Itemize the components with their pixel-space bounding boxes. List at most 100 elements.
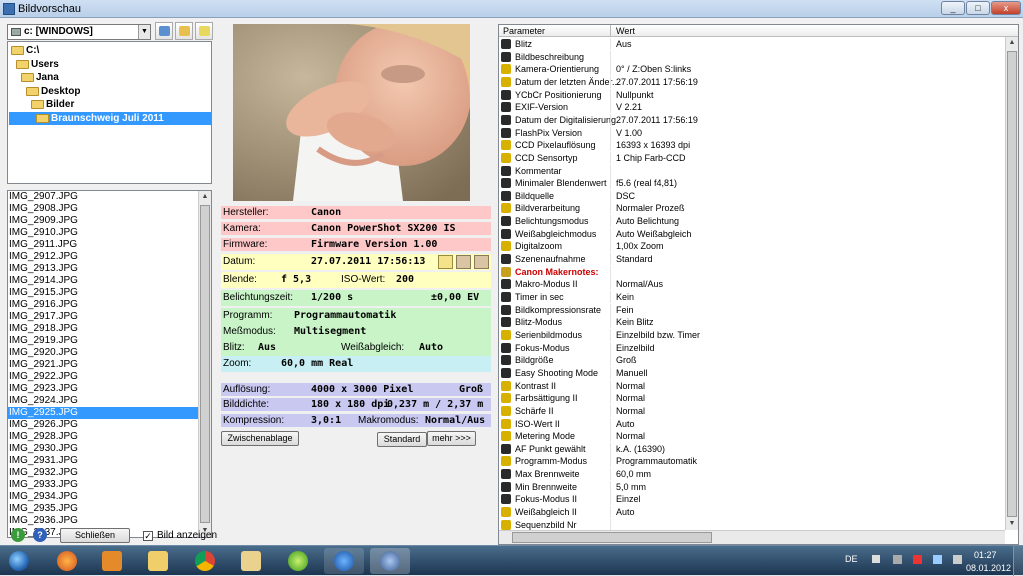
exif-table-row[interactable]: Datum der letzten Änder... 27.07.2011 17:… xyxy=(499,75,1004,89)
header-parameter[interactable]: Parameter xyxy=(503,25,545,37)
exif-table-row[interactable]: ISO-Wert II Auto xyxy=(499,417,1004,431)
folder-tree[interactable]: C:\ Users Jana Desktop Bilder Braunschweig Ju… xyxy=(7,41,212,184)
file-list-item[interactable]: IMG_2910.JPG xyxy=(8,227,211,239)
exif-table-row[interactable]: Bildverarbeitung Normaler Prozeß xyxy=(499,202,1004,215)
taskbar-bildvorschau[interactable] xyxy=(370,548,410,574)
clock-time[interactable]: 01:27 xyxy=(974,550,997,560)
exif-table-row[interactable]: Kommentar xyxy=(499,164,1004,178)
action-center-icon[interactable] xyxy=(913,555,922,564)
exif-table-row[interactable]: Farbsättigung II Normal xyxy=(499,392,1004,405)
tree-node[interactable]: Braunschweig Juli 2011 xyxy=(9,111,211,125)
taskbar-explorer[interactable] xyxy=(138,548,178,574)
exif-table[interactable]: Parameter Wert Blitz Aus Bildbeschreibung K… xyxy=(498,24,1019,545)
file-list-item[interactable]: IMG_2907.JPG xyxy=(8,191,211,203)
taskbar-chrome[interactable] xyxy=(185,548,225,574)
close-window-button[interactable]: x xyxy=(991,1,1021,15)
tray-app-icon[interactable] xyxy=(893,555,902,564)
file-list-item[interactable]: IMG_2932.JPG xyxy=(8,467,211,479)
exif-table-row[interactable]: Timer in sec Kein xyxy=(499,291,1004,304)
exif-table-row[interactable]: CCD Pixelauflösung 16393 x 16393 dpi xyxy=(499,139,1004,152)
file-list-item[interactable]: IMG_2931.JPG xyxy=(8,455,211,467)
exif-table-row[interactable]: Metering Mode Normal xyxy=(499,430,1004,443)
exif-table-row[interactable]: EXIF-Version V 2.21 xyxy=(499,101,1004,114)
close-button[interactable]: Schließen xyxy=(60,528,130,543)
exif-table-row[interactable]: Schärfe II Normal xyxy=(499,404,1004,418)
header-wert[interactable]: Wert xyxy=(616,25,635,37)
taskbar-firefox[interactable] xyxy=(47,548,87,574)
exif-table-row[interactable]: Blitz-Modus Kein Blitz xyxy=(499,316,1004,329)
file-list-item[interactable]: IMG_2912.JPG xyxy=(8,251,211,263)
exif-table-row[interactable]: Fokus-Modus Einzelbild xyxy=(499,341,1004,355)
file-list-item[interactable]: IMG_2911.JPG xyxy=(8,239,211,251)
file-list-item[interactable]: IMG_2914.JPG xyxy=(8,275,211,287)
exif-table-row[interactable]: Bildgröße Groß xyxy=(499,354,1004,367)
volume-icon[interactable] xyxy=(953,555,962,564)
language-indicator[interactable]: DE xyxy=(845,554,858,564)
file-list-item[interactable]: IMG_2933.JPG xyxy=(8,479,211,491)
network-drive-button[interactable] xyxy=(155,22,173,40)
exif-table-row[interactable]: Weißabgleichmodus Auto Weißabgleich xyxy=(499,227,1004,241)
exif-table-row[interactable]: Bildquelle DSC xyxy=(499,189,1004,203)
file-list-item[interactable]: IMG_2919.JPG xyxy=(8,335,211,347)
exif-hscrollbar[interactable] xyxy=(499,530,1005,544)
file-list-item[interactable]: IMG_2930.JPG xyxy=(8,443,211,455)
exif-table-row[interactable]: Fokus-Modus II Einzel xyxy=(499,493,1004,506)
exif-table-row[interactable]: YCbCr Positionierung Nullpunkt xyxy=(499,88,1004,102)
file-list[interactable]: IMG_2907.JPG IMG_2908.JPG IMG_2909.JPG IMG_… xyxy=(7,190,212,538)
exif-table-row[interactable]: Serienbildmodus Einzelbild bzw. Timer xyxy=(499,328,1004,342)
scroll-thumb[interactable] xyxy=(200,205,210,523)
file-list-item[interactable]: IMG_2920.JPG xyxy=(8,347,211,359)
file-list-item[interactable]: IMG_2913.JPG xyxy=(8,263,211,275)
help-icon[interactable]: ? xyxy=(33,528,47,542)
exif-table-row[interactable]: AF Punkt gewählt k.A. (16390) xyxy=(499,442,1004,456)
tree-node[interactable]: Bilder xyxy=(29,98,74,111)
exif-table-scrollbar[interactable]: ▲ ▼ xyxy=(1005,37,1018,530)
taskbar-itunes[interactable] xyxy=(324,548,364,574)
file-list-item[interactable]: IMG_2935.JPG xyxy=(8,503,211,515)
exif-table-row[interactable]: Makro-Modus II Normal/Aus xyxy=(499,278,1004,291)
file-list-scrollbar[interactable]: ▲ ▼ xyxy=(198,191,211,537)
file-list-item[interactable]: IMG_2917.JPG xyxy=(8,311,211,323)
refresh-button[interactable] xyxy=(175,22,193,40)
exif-scroll-up-icon[interactable]: ▲ xyxy=(1006,37,1018,49)
taskbar-icq[interactable] xyxy=(278,548,318,574)
tree-node[interactable]: Desktop xyxy=(24,85,80,98)
taskbar-mediaplayer[interactable] xyxy=(92,548,132,574)
minimize-button[interactable]: _ xyxy=(941,1,965,15)
exif-scroll-thumb[interactable] xyxy=(1007,51,1017,517)
tree-node[interactable]: Jana xyxy=(19,71,59,84)
show-image-label[interactable]: Bild anzeigen xyxy=(157,530,217,541)
exif-table-row[interactable]: Datum der Digitalisierung 27.07.2011 17:5… xyxy=(499,113,1004,127)
exif-table-row[interactable]: Szenenaufnahme Standard xyxy=(499,253,1004,266)
exif-table-row[interactable]: Digitalzoom 1,00x Zoom xyxy=(499,240,1004,253)
scroll-up-icon[interactable]: ▲ xyxy=(199,191,211,203)
exif-table-row[interactable]: Weißabgleich II Auto xyxy=(499,506,1004,519)
network-tray-icon[interactable] xyxy=(933,555,942,564)
exif-table-row[interactable]: Min Brennweite 5,0 mm xyxy=(499,480,1004,494)
file-list-item[interactable]: IMG_2928.JPG xyxy=(8,431,211,443)
file-list-item[interactable]: IMG_2908.JPG xyxy=(8,203,211,215)
chevron-down-icon[interactable]: ▼ xyxy=(138,25,150,39)
exif-scroll-down-icon[interactable]: ▼ xyxy=(1006,518,1018,530)
exif-table-row[interactable]: Minimaler Blendenwert f5.6 (real f4,81) xyxy=(499,177,1004,190)
file-list-item[interactable]: IMG_2934.JPG xyxy=(8,491,211,503)
more-button[interactable]: mehr >>> xyxy=(427,431,476,446)
file-list-item[interactable]: IMG_2922.JPG xyxy=(8,371,211,383)
edit-button[interactable] xyxy=(195,22,213,40)
start-button[interactable] xyxy=(4,548,38,574)
tray-arrow-icon[interactable] xyxy=(872,555,880,563)
exif-table-row[interactable]: Bildbeschreibung xyxy=(499,50,1004,64)
exif-table-row[interactable]: Easy Shooting Mode Manuell xyxy=(499,366,1004,380)
column-divider[interactable] xyxy=(610,25,611,37)
edit-date-icon[interactable] xyxy=(474,255,489,269)
info-green-icon[interactable]: ! xyxy=(11,528,25,542)
file-list-item[interactable]: IMG_2921.JPG xyxy=(8,359,211,371)
file-list-item[interactable]: IMG_2925.JPG xyxy=(8,407,211,419)
show-desktop-button[interactable] xyxy=(1013,546,1023,576)
file-list-item[interactable]: IMG_2916.JPG xyxy=(8,299,211,311)
copy-clipboard-button[interactable]: Zwischenablage xyxy=(221,431,299,446)
exif-table-row[interactable]: Programm-Modus Programmautomatik xyxy=(499,455,1004,468)
file-list-item[interactable]: IMG_2915.JPG xyxy=(8,287,211,299)
exif-table-row[interactable]: Canon Makernotes: xyxy=(499,265,1004,279)
file-list-item[interactable]: IMG_2909.JPG xyxy=(8,215,211,227)
